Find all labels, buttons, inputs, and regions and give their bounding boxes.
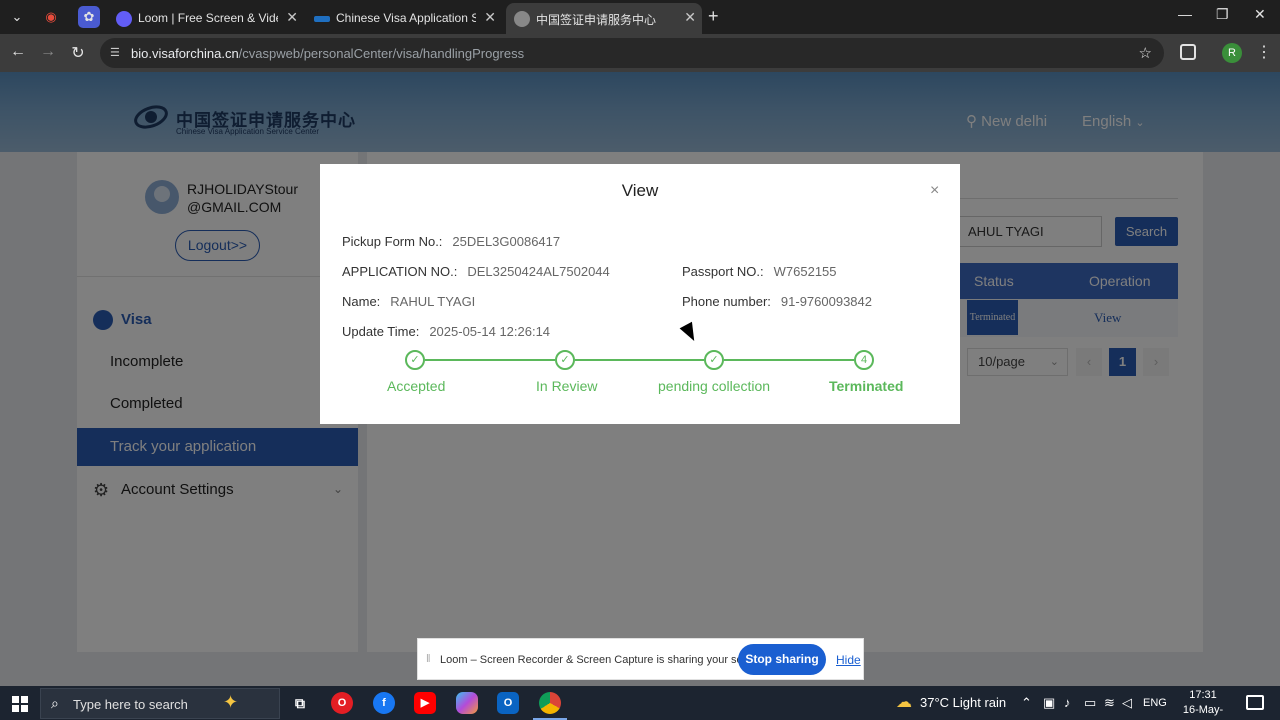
screen-share-banner: ‖ Loom – Screen Recorder & Screen Captur… xyxy=(417,638,864,680)
field-label: Name: xyxy=(342,294,381,309)
minimize-icon[interactable]: — xyxy=(1178,6,1192,22)
volume-icon[interactable]: ◁ xyxy=(1122,695,1132,711)
step-label-pending-collection: pending collection xyxy=(658,378,771,394)
system-clock[interactable]: 17:31 16-May-2025 xyxy=(1172,688,1234,720)
tab-chinese-visa[interactable]: Chinese Visa Application Servic ✕ xyxy=(306,3,502,34)
step-check-icon: ✓ xyxy=(555,350,575,370)
field-label: Phone number: xyxy=(682,294,771,309)
reload-icon[interactable]: ↻ xyxy=(68,43,88,63)
windows-start-icon[interactable] xyxy=(12,696,28,712)
tab-close-icon[interactable]: ✕ xyxy=(484,9,496,26)
field-label: APPLICATION NO.: xyxy=(342,264,458,279)
sparkle-icon: ✦ xyxy=(223,692,239,712)
recording-icon[interactable]: ◉ xyxy=(40,6,62,28)
new-tab-button[interactable]: + xyxy=(708,6,719,27)
field-label: Update Time: xyxy=(342,324,420,339)
tab-search-icon[interactable]: ⌄ xyxy=(6,6,28,28)
youtube-icon[interactable]: ▶ xyxy=(414,692,436,714)
microphone-icon[interactable]: ♪ xyxy=(1064,695,1071,710)
dialog-title: View xyxy=(621,181,659,200)
opera-icon[interactable]: O xyxy=(331,692,353,714)
meet-icon[interactable]: ▣ xyxy=(1043,695,1055,711)
globe-favicon-icon xyxy=(514,11,530,27)
taskbar-search[interactable]: ⌕ Type here to search ✦ xyxy=(40,688,280,719)
drag-handle-icon[interactable]: ‖ xyxy=(426,653,431,665)
progress-connector xyxy=(724,359,854,361)
profile-avatar[interactable]: R xyxy=(1222,43,1242,63)
share-message: Loom – Screen Recorder & Screen Capture … xyxy=(440,654,768,666)
outlook-icon[interactable]: O xyxy=(497,692,519,714)
bookmark-star-icon[interactable]: ☆ xyxy=(1139,44,1152,62)
field-value: 25DEL3G0086417 xyxy=(452,234,561,249)
view-dialog: View × Pickup Form No.: 25DEL3G0086417 AP… xyxy=(320,164,960,424)
stop-sharing-button[interactable]: Stop sharing xyxy=(738,644,826,675)
url-path: /cvaspweb/personalCenter/visa/handlingPr… xyxy=(238,46,525,61)
battery-icon[interactable]: ▭ xyxy=(1084,695,1096,711)
weather-icon[interactable]: ☁ xyxy=(896,692,912,712)
task-view-icon[interactable]: ⧉ xyxy=(289,692,311,714)
step-label-terminated: Terminated xyxy=(829,378,904,394)
web-page: 中国签证申请服务中心 Chinese Visa Application Serv… xyxy=(0,72,1280,686)
step-check-icon: ✓ xyxy=(704,350,724,370)
browser-menu-icon[interactable]: ⋮ xyxy=(1256,42,1272,62)
clock-time: 17:31 xyxy=(1189,689,1217,701)
address-bar-row: ← → ↻ ☰ bio.visaforchina.cn/cvaspweb/per… xyxy=(0,34,1280,72)
search-icon: ⌕ xyxy=(51,695,59,711)
url-host: bio.visaforchina.cn xyxy=(131,46,239,61)
input-language[interactable]: ENG xyxy=(1143,697,1167,709)
hide-link[interactable]: Hide xyxy=(836,653,861,667)
name-field: Name: RAHUL TYAGI xyxy=(342,294,475,309)
clock-date: 16-May-2025 xyxy=(1182,704,1224,720)
phone-number-field: Phone number: 91-9760093842 xyxy=(682,294,872,309)
tab-title: Chinese Visa Application Servic xyxy=(336,11,476,25)
step-check-icon: ✓ xyxy=(405,350,425,370)
progress-connector xyxy=(575,359,704,361)
tab-title: 中国签证申请服务中心 xyxy=(536,13,657,27)
tab-close-icon[interactable]: ✕ xyxy=(684,9,696,26)
step-label-in-review: In Review xyxy=(536,378,598,394)
step-label-accepted: Accepted xyxy=(387,378,446,394)
notifications-icon[interactable] xyxy=(1246,695,1264,710)
close-window-icon[interactable]: ✕ xyxy=(1254,6,1266,23)
field-value: 91-9760093842 xyxy=(780,294,872,309)
pinned-tab-icon[interactable]: ✿ xyxy=(78,6,100,28)
passport-no-field: Passport NO.: W7652155 xyxy=(682,264,837,279)
extensions-icon[interactable] xyxy=(1180,44,1196,60)
visa-favicon-icon xyxy=(314,16,330,22)
field-value: DEL3250424AL7502044 xyxy=(467,264,610,279)
wifi-icon[interactable]: ≋ xyxy=(1104,695,1115,711)
application-no-field: APPLICATION NO.: DEL3250424AL7502044 xyxy=(342,264,610,279)
tray-overflow-icon[interactable]: ⌃ xyxy=(1021,695,1032,711)
url-omnibox[interactable]: ☰ bio.visaforchina.cn/cvaspweb/personalC… xyxy=(100,38,1164,68)
step-number-badge: 4 xyxy=(854,350,874,370)
field-value: 2025-05-14 12:26:14 xyxy=(429,324,551,339)
tab-loom[interactable]: Loom | Free Screen & Video Re ✕ xyxy=(108,3,304,34)
browser-tab-bar: ⌄ ◉ ✿ Loom | Free Screen & Video Re ✕ Ch… xyxy=(0,0,1280,34)
search-placeholder: Type here to search xyxy=(73,697,188,712)
field-value: RAHUL TYAGI xyxy=(390,294,476,309)
pickup-form-field: Pickup Form No.: 25DEL3G0086417 xyxy=(342,234,560,249)
weather-text[interactable]: 37°C Light rain xyxy=(920,695,1006,710)
tab-title: Loom | Free Screen & Video Re xyxy=(138,11,278,25)
tab-close-icon[interactable]: ✕ xyxy=(286,9,298,26)
back-arrow-icon[interactable]: ← xyxy=(8,43,28,61)
windows-taskbar: ⌕ Type here to search ✦ ⧉ O f ▶ O ☁ 37°C… xyxy=(0,686,1280,720)
copilot-icon[interactable] xyxy=(456,692,478,714)
update-time-field: Update Time: 2025-05-14 12:26:14 xyxy=(342,324,550,339)
url-text: bio.visaforchina.cn/cvaspweb/personalCen… xyxy=(131,46,524,61)
forward-arrow-icon[interactable]: → xyxy=(38,43,58,61)
close-icon[interactable]: × xyxy=(930,182,939,200)
tab-active-visa-center[interactable]: 中国签证申请服务中心 ✕ xyxy=(506,3,702,34)
field-value: W7652155 xyxy=(773,264,837,279)
maximize-icon[interactable]: ❐ xyxy=(1216,6,1229,23)
progress-connector xyxy=(425,359,555,361)
chrome-icon[interactable] xyxy=(533,692,567,720)
loom-favicon-icon xyxy=(116,11,132,27)
site-info-icon[interactable]: ☰ xyxy=(110,46,124,60)
facebook-icon[interactable]: f xyxy=(373,692,395,714)
field-label: Passport NO.: xyxy=(682,264,764,279)
field-label: Pickup Form No.: xyxy=(342,234,443,249)
